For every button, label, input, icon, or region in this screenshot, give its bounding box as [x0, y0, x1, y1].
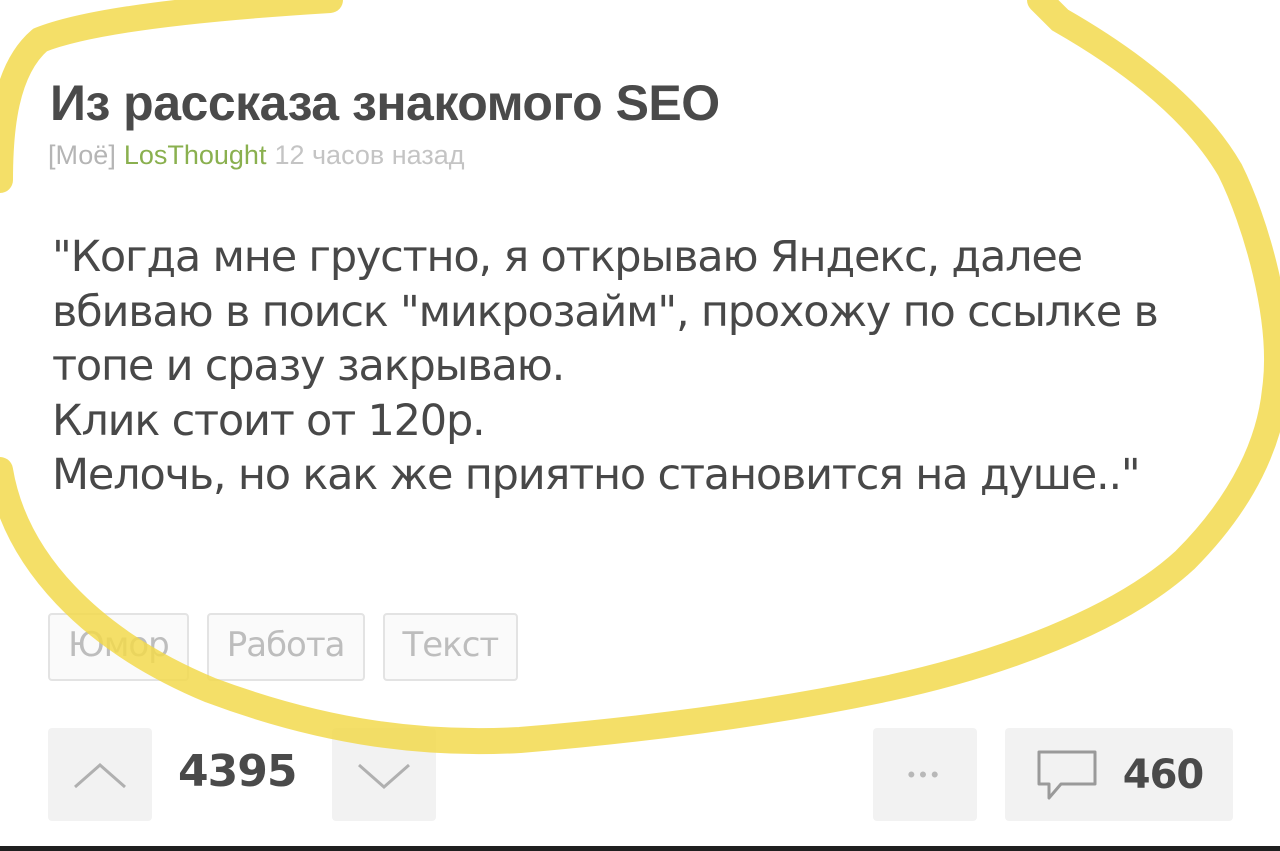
tag-list: Юмор Работа Текст: [48, 613, 519, 681]
body-line: Мелочь, но как же приятно становится на …: [52, 450, 1141, 500]
more-dots-icon: •••: [907, 761, 943, 787]
author-link[interactable]: LosThought: [124, 140, 267, 170]
more-button[interactable]: •••: [873, 728, 977, 821]
body-line: вбиваю в поиск "микрозайм", прохожу по с…: [52, 286, 1159, 337]
chevron-up-icon: [74, 762, 126, 788]
post-title[interactable]: Из рассказа знакомого SEO: [50, 74, 720, 132]
body-line: Клик стоит от 120р.: [52, 395, 486, 446]
own-content-label: [Моё]: [48, 140, 116, 170]
downvote-button[interactable]: [332, 728, 436, 821]
post-meta: [Моё] LosThought 12 часов назад: [48, 140, 465, 171]
comments-count: 460: [1122, 751, 1204, 798]
post-actions: 4395 ••• 460: [0, 728, 1280, 823]
bottom-divider: [0, 846, 1280, 851]
rating-count: 4395: [178, 746, 297, 797]
post-body: "Когда мне грустно, я открываю Яндекс, д…: [52, 230, 1252, 503]
comment-bubble-icon: [1037, 750, 1097, 799]
comments-button[interactable]: 460: [1005, 728, 1233, 821]
body-line: топе и сразу закрываю.: [52, 341, 565, 391]
tag-humor[interactable]: Юмор: [48, 613, 189, 681]
chevron-down-icon: [358, 763, 410, 789]
tag-work[interactable]: Работа: [206, 613, 365, 681]
post-time: 12 часов назад: [274, 140, 465, 170]
tag-text[interactable]: Текст: [382, 613, 519, 681]
body-line: "Когда мне грустно, я открываю Яндекс, д…: [52, 232, 1083, 282]
upvote-button[interactable]: [48, 728, 152, 821]
